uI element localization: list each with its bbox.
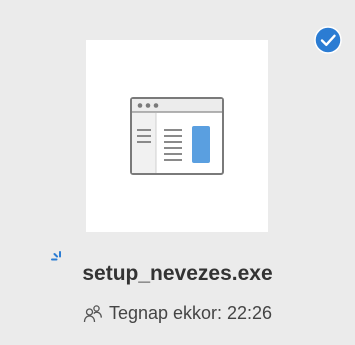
checkmark-circle-icon[interactable]	[314, 26, 342, 54]
file-thumbnail[interactable]	[86, 40, 268, 232]
modified-time: Tegnap ekkor: 22:26	[108, 303, 273, 323]
application-window-icon	[130, 97, 224, 175]
file-tile[interactable]: setup_nevezes.exe Tegnap ekkor: 22:26	[0, 0, 355, 345]
shared-people-icon	[83, 304, 102, 322]
file-name[interactable]: setup_nevezes.exe	[0, 262, 355, 286]
file-meta: Tegnap ekkor: 22:26	[0, 303, 355, 324]
